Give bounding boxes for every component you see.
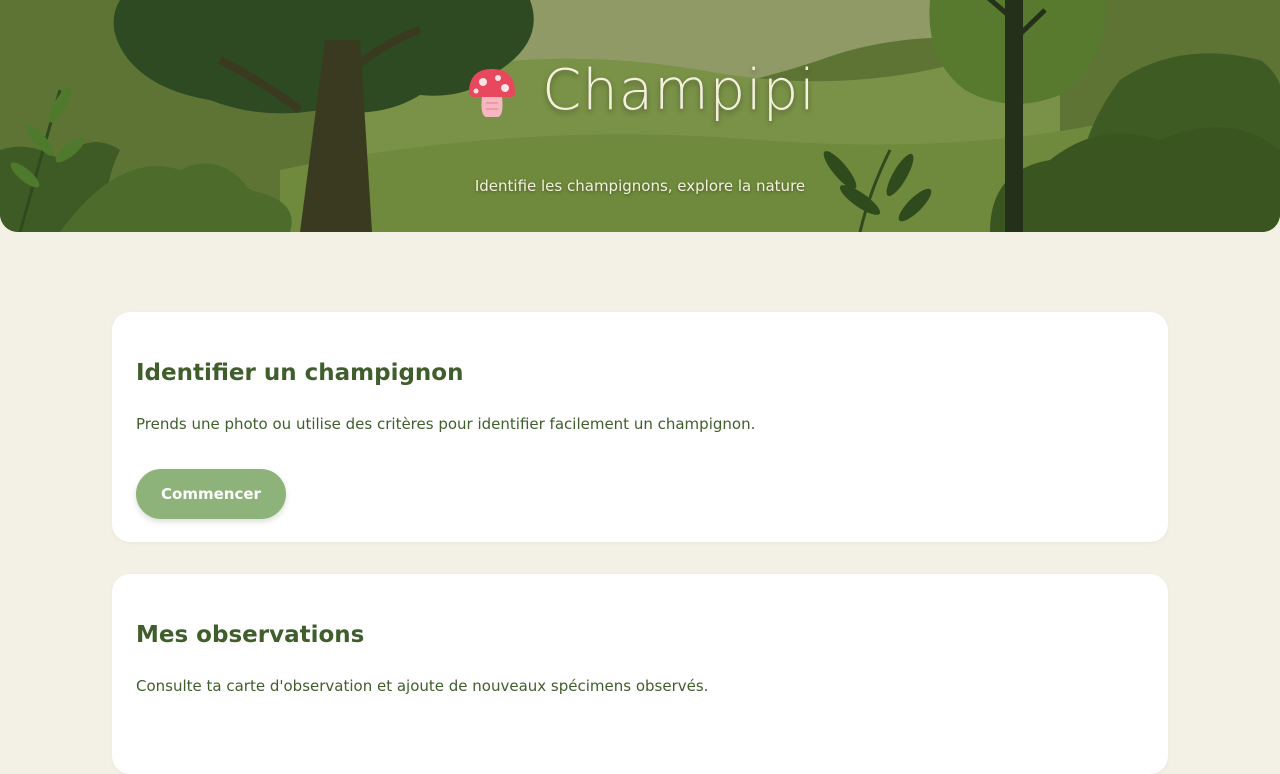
observations-card-title: Mes observations <box>136 622 365 648</box>
identify-card-title: Identifier un champignon <box>136 360 464 386</box>
tagline: Identifie les champignons, explore la na… <box>474 177 806 195</box>
observations-card[interactable]: Mes observations Consulte ta carte d'obs… <box>112 574 1168 774</box>
brand: Champipi <box>0 58 1280 123</box>
mushroom-icon <box>469 68 516 117</box>
identify-card-description: Prends une photo ou utilise des critères… <box>136 415 756 433</box>
identify-card: Identifier un champignon Prends une phot… <box>112 312 1168 542</box>
observations-card-description: Consulte ta carte d'observation et ajout… <box>136 677 709 695</box>
hero-banner: Champipi Identifie les champignons, expl… <box>0 0 1280 232</box>
start-button[interactable]: Commencer <box>136 469 286 519</box>
app-title: Champipi <box>542 58 816 123</box>
